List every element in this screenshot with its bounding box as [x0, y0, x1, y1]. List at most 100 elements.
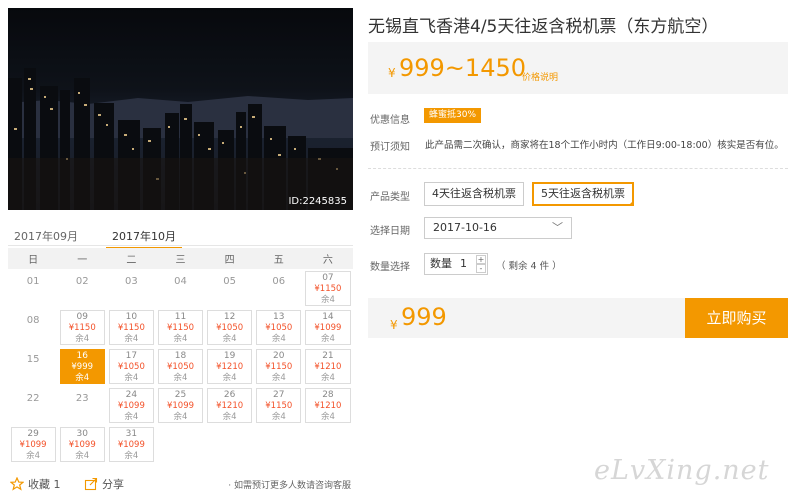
- month-tab-october[interactable]: 2017年10月: [106, 228, 182, 250]
- booking-notice: 此产品需二次确认，商家将在18个工作小时内（工作日9:00-18:00）核实是否…: [425, 140, 784, 151]
- day-number: 24: [125, 390, 138, 400]
- currency-symbol: ¥: [388, 66, 396, 80]
- date-label: 选择日期: [370, 226, 410, 237]
- calendar-day-available[interactable]: 14 ¥1099 余4: [305, 310, 351, 345]
- product-type-5day[interactable]: 5天往返含税机票: [532, 182, 634, 206]
- favorite-button[interactable]: 收藏 1: [10, 476, 61, 492]
- calendar-day-available[interactable]: 28 ¥1210 余4: [305, 388, 351, 423]
- month-tab-september[interactable]: 2017年09月: [14, 228, 78, 244]
- day-price: ¥1050: [216, 323, 244, 333]
- calendar-day-slot: 08: [9, 308, 58, 347]
- calendar-day-available[interactable]: 12 ¥1050 余4: [207, 310, 253, 345]
- share-button[interactable]: 分享: [84, 476, 124, 492]
- city-night-skyline: [8, 68, 353, 210]
- date-value: 2017-10-16: [433, 221, 497, 234]
- contact-help-link[interactable]: · 如需预订更多人数请咨询客服: [228, 478, 351, 491]
- day-number: 05: [223, 276, 236, 287]
- day-number: 02: [75, 276, 89, 287]
- calendar-day-available[interactable]: 18 ¥1050 余4: [157, 349, 204, 384]
- calendar-day-slot: 06: [254, 269, 303, 309]
- calendar-day-slot: 07 ¥1150 余4: [303, 269, 352, 309]
- calendar-day-available[interactable]: 29 ¥1099 余4: [10, 427, 56, 462]
- calendar-day-available[interactable]: 21 ¥1210 余4: [305, 349, 351, 384]
- day-price: ¥1150: [117, 323, 145, 333]
- weekday-header: 一: [57, 248, 108, 269]
- calendar-day-available[interactable]: 11 ¥1150 余4: [157, 310, 204, 345]
- day-remaining: 余4: [222, 373, 237, 383]
- day-number: 21: [322, 351, 334, 361]
- calendar-week: 29 ¥1099 余4 30 ¥1099 余4 31 ¥1099 余4: [9, 425, 353, 464]
- calendar-day-available[interactable]: 27 ¥1150 余4: [256, 388, 302, 423]
- day-price: ¥1150: [68, 323, 96, 333]
- day-price: ¥1210: [314, 401, 342, 411]
- calendar-day-available[interactable]: 09 ¥1150 余4: [59, 310, 105, 345]
- price-calendar: 日 一 二 三 四 五 六 01 02 03 04 05 06 07 ¥1150 余4 08 09 ¥…: [7, 248, 354, 464]
- date-select[interactable]: 2017-10-16 ﹀: [424, 217, 572, 239]
- calendar-day-available[interactable]: 30 ¥1099 余4: [59, 427, 105, 462]
- calendar-day-slot: 21 ¥1210 余4: [303, 347, 352, 386]
- day-number: 22: [26, 393, 40, 404]
- day-remaining: 余4: [271, 334, 286, 344]
- calendar-day: 23: [60, 388, 105, 423]
- calendar-day-slot: 27 ¥1150 余4: [254, 386, 303, 425]
- calendar-day-available[interactable]: 24 ¥1099 余4: [108, 388, 154, 423]
- day-price: ¥1099: [166, 401, 195, 411]
- quantity-increase-button[interactable]: +: [476, 255, 486, 264]
- day-price: ¥1099: [117, 440, 145, 450]
- calendar-day: 04: [158, 271, 203, 306]
- day-remaining: 余4: [124, 373, 139, 383]
- weekday-header: 四: [204, 248, 255, 269]
- day-number: 12: [223, 312, 236, 322]
- calendar-day-slot: 15: [9, 347, 58, 386]
- calendar-day-slot: 29 ¥1099 余4: [9, 425, 58, 464]
- day-number: 10: [125, 312, 138, 322]
- calendar-day-slot: 26 ¥1210 余4: [205, 386, 254, 425]
- day-number: 07: [322, 273, 334, 283]
- calendar-day-slot: 16 ¥999 余4: [58, 347, 107, 386]
- calendar-day-available[interactable]: 10 ¥1150 余4: [108, 310, 154, 345]
- day-remaining: 余4: [124, 334, 139, 344]
- day-price: ¥1050: [265, 323, 293, 333]
- day-remaining: 余4: [320, 334, 335, 344]
- calendar-day-available[interactable]: 07 ¥1150 余4: [305, 271, 351, 306]
- day-price: ¥1210: [216, 362, 244, 372]
- calendar-day-available[interactable]: 31 ¥1099 余4: [108, 427, 154, 462]
- quantity-stepper[interactable]: 数量 1 + -: [424, 253, 488, 275]
- day-number: 28: [322, 390, 334, 400]
- quantity-decrease-button[interactable]: -: [476, 264, 486, 273]
- weekday-header: 三: [155, 248, 206, 269]
- day-price: ¥1150: [314, 284, 342, 294]
- calendar-day-available[interactable]: 17 ¥1050 余4: [108, 349, 154, 384]
- day-price: ¥1210: [216, 401, 244, 411]
- calendar-day-available[interactable]: 19 ¥1210 余4: [207, 349, 253, 384]
- day-number: 08: [26, 315, 40, 326]
- promo-badge: 蜂蜜抵30%: [424, 108, 482, 123]
- day-number: 16: [76, 351, 88, 361]
- quantity-value[interactable]: 1: [460, 254, 467, 274]
- day-remaining: 余4: [271, 412, 286, 422]
- product-type-4day[interactable]: 4天往返含税机票: [424, 182, 524, 206]
- photo-id-label: ID:2245835: [288, 196, 347, 207]
- calendar-day-selected[interactable]: 16 ¥999 余4: [59, 349, 105, 384]
- day-number: 09: [76, 312, 88, 322]
- calendar-day-slot: 22: [9, 386, 58, 425]
- calendar-day-available[interactable]: 13 ¥1050 余4: [256, 310, 302, 345]
- calendar-day-slot: 10 ¥1150 余4: [107, 308, 156, 347]
- day-number: 03: [124, 276, 138, 287]
- calendar-day: 05: [207, 271, 252, 306]
- price-note-link[interactable]: 价格说明: [522, 70, 558, 83]
- calendar-day-available[interactable]: 25 ¥1099 余4: [157, 388, 204, 423]
- calendar-day-available[interactable]: 20 ¥1150 余4: [256, 349, 302, 384]
- calendar-day: 22: [11, 388, 56, 423]
- watermark: eLvXing.net: [594, 455, 770, 486]
- day-price: ¥1099: [314, 323, 342, 333]
- total-currency: ¥: [390, 318, 398, 332]
- calendar-day: 08: [11, 310, 56, 345]
- day-number: 19: [223, 351, 236, 361]
- price-range-box: ¥ 999~1450 价格说明: [368, 42, 788, 94]
- calendar-day-available[interactable]: 26 ¥1210 余4: [207, 388, 253, 423]
- calendar-day-slot: 03: [107, 269, 156, 309]
- calendar-day-slot: 04: [156, 269, 205, 309]
- buy-now-button[interactable]: 立即购买: [685, 298, 788, 338]
- day-remaining: 余4: [26, 451, 41, 461]
